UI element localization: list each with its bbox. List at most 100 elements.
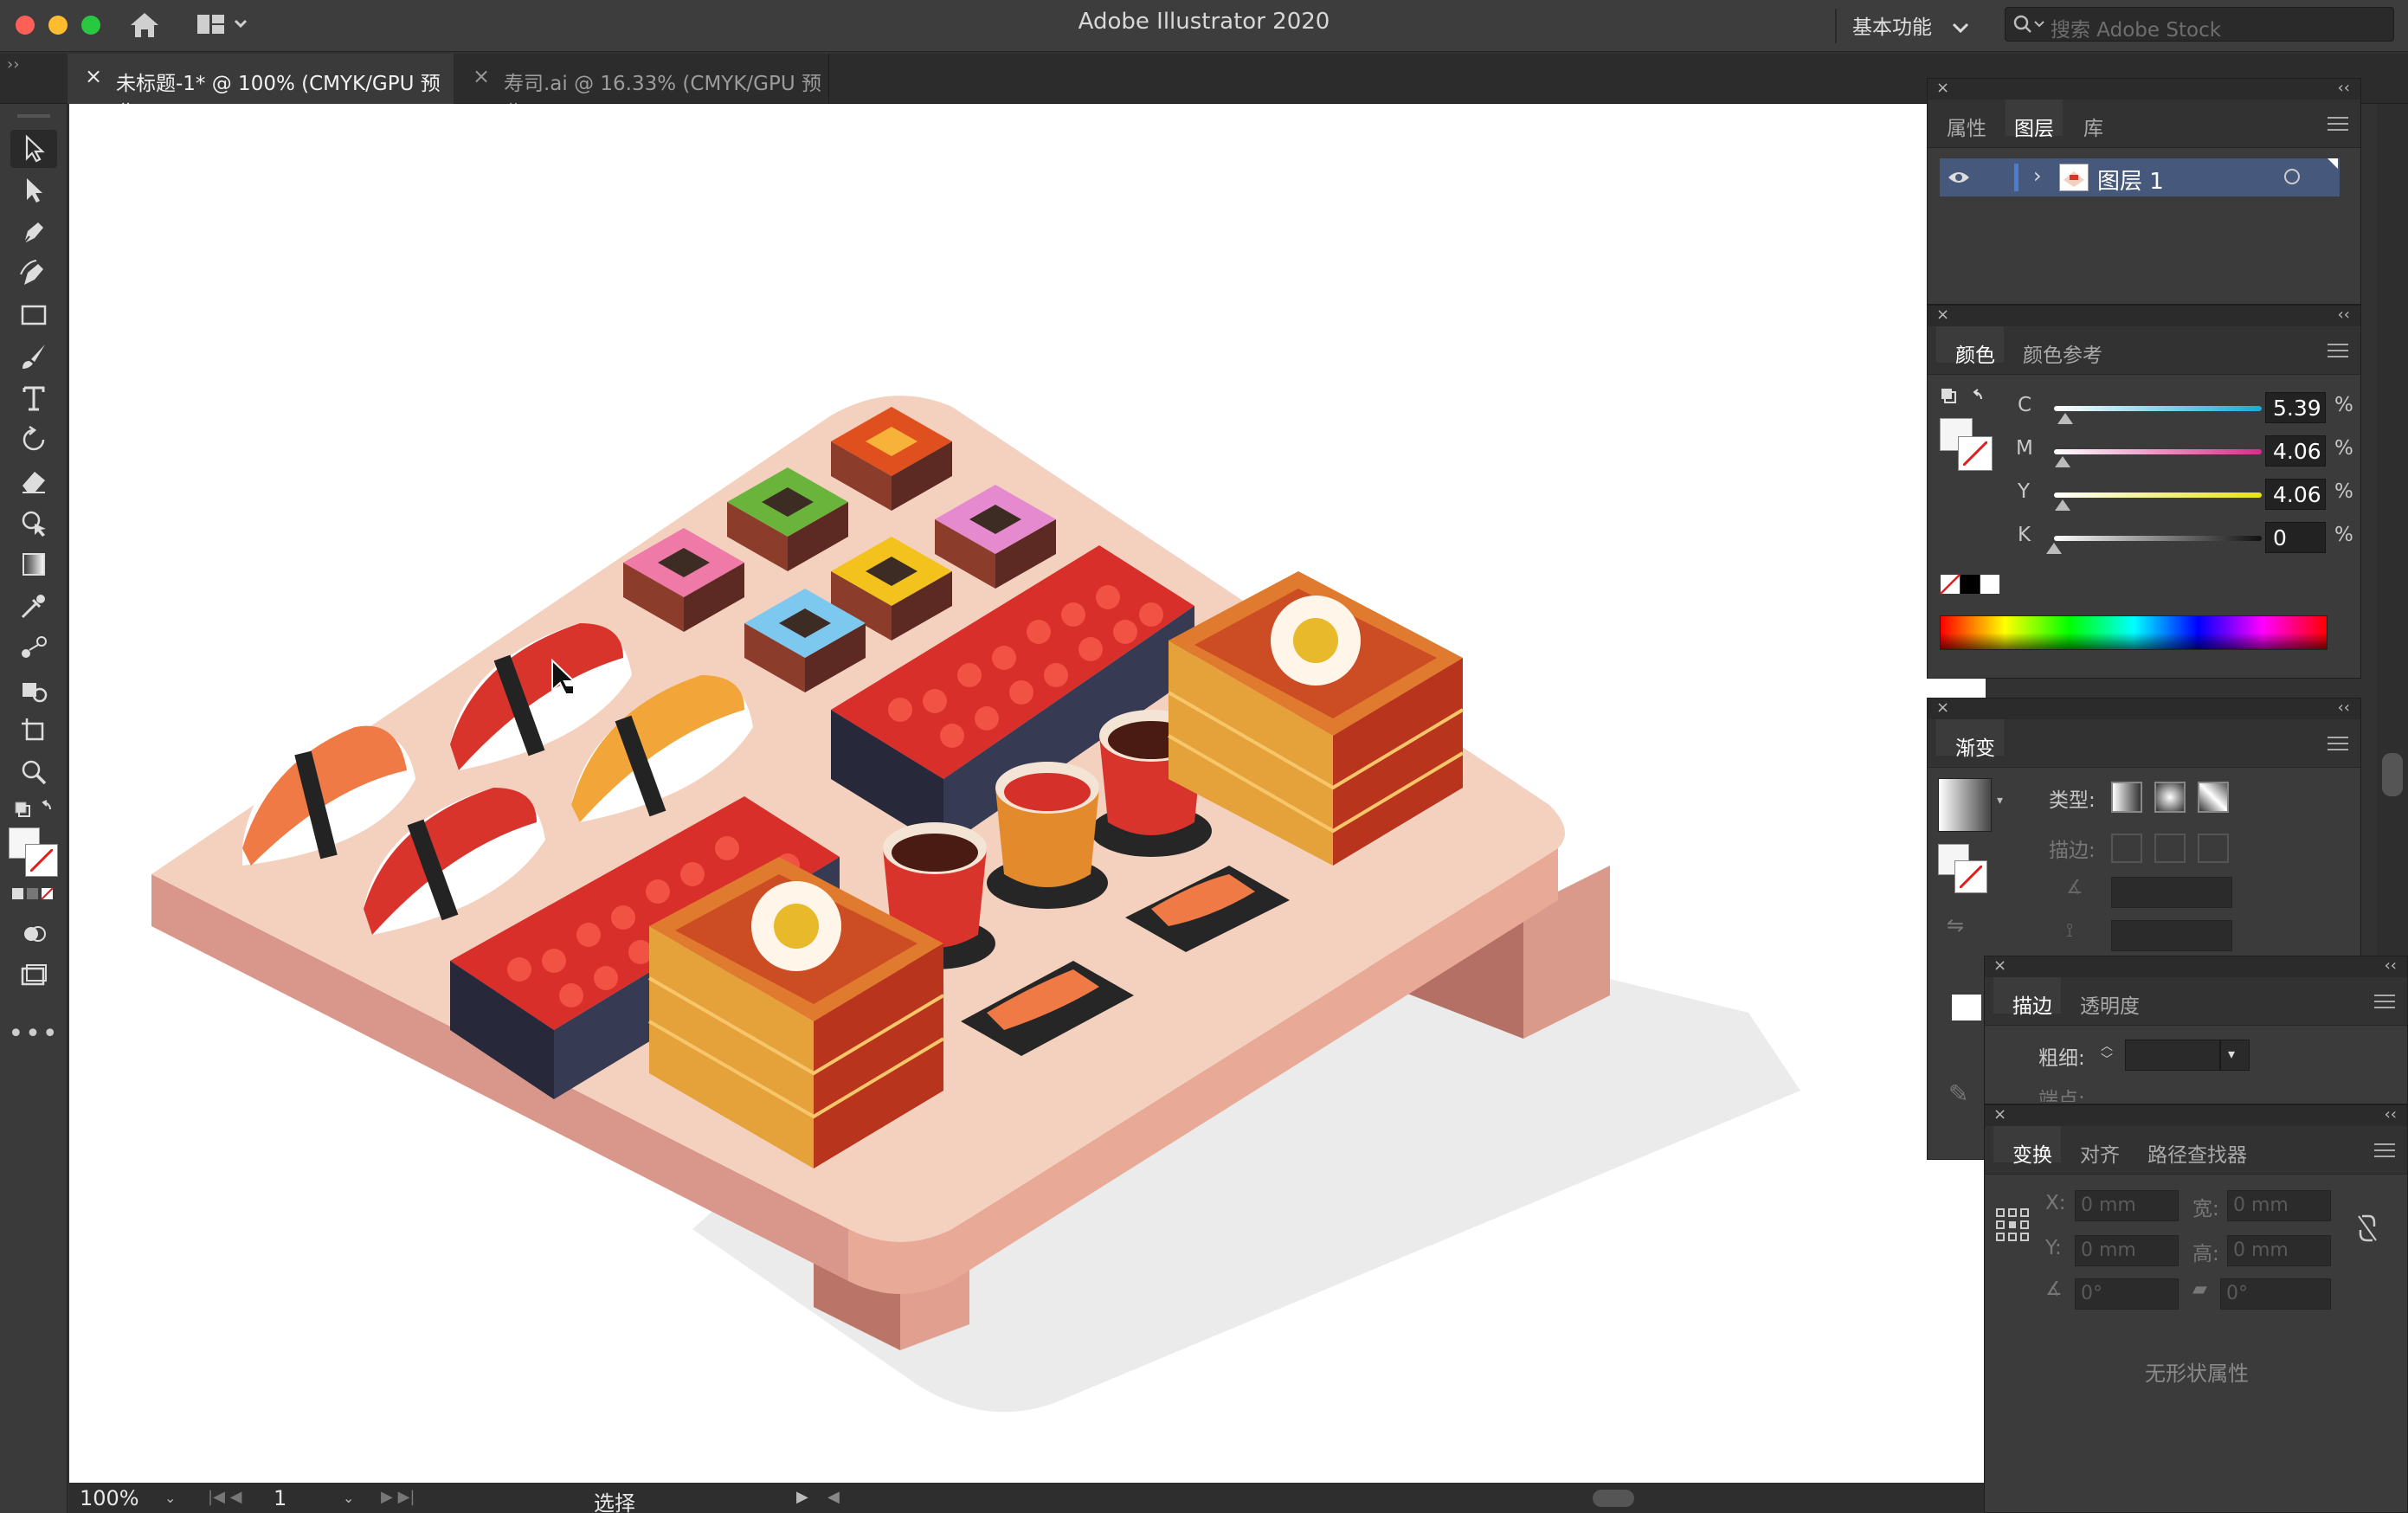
chevron-down-icon[interactable]: ▾	[1997, 794, 2003, 808]
tab-layers[interactable]: 图层	[2006, 100, 2063, 140]
scroll-left-icon[interactable]: ◀	[827, 1488, 840, 1506]
color-mode-icons[interactable]	[10, 881, 57, 907]
linear-gradient-button[interactable]	[2111, 782, 2142, 813]
collapse-panel-icon[interactable]: ‹‹	[2385, 956, 2397, 975]
reference-point-icon[interactable]	[1995, 1207, 2030, 1246]
draw-mode-icon[interactable]	[10, 916, 57, 954]
panel-menu-icon[interactable]	[2374, 995, 2395, 1008]
selection-tool-icon[interactable]	[10, 130, 57, 168]
layer-row[interactable]: › 图层 1	[1940, 158, 2340, 196]
panel-menu-icon[interactable]	[2328, 737, 2348, 750]
black-slider-thumb[interactable]	[2046, 543, 2062, 554]
black-slider-track[interactable]	[2054, 536, 2262, 541]
close-tab-icon[interactable]: ×	[473, 64, 490, 88]
rectangle-tool-icon[interactable]	[10, 296, 57, 334]
magenta-slider-thumb[interactable]	[2054, 456, 2070, 467]
swap-fill-stroke-icon[interactable]	[10, 795, 57, 824]
chevron-down-icon[interactable]: ⌄	[164, 1490, 176, 1506]
freeform-gradient-button[interactable]	[2198, 782, 2229, 813]
stroke-swatch[interactable]	[25, 844, 58, 877]
eyedropper-tool-icon[interactable]	[10, 587, 57, 625]
symbol-sprayer-icon[interactable]	[10, 670, 57, 708]
shape-builder-icon[interactable]	[10, 504, 57, 542]
eyedropper-icon[interactable]: ✎	[1948, 1079, 1968, 1108]
blend-tool-icon[interactable]	[10, 628, 57, 666]
width-input[interactable]: 0 mm	[2227, 1190, 2331, 1221]
tab-stroke[interactable]: 描边	[1993, 977, 2061, 1018]
stroke-gradient-option-1[interactable]	[2111, 834, 2142, 863]
curvature-tool-icon[interactable]	[10, 254, 57, 293]
type-tool-icon[interactable]	[10, 379, 57, 417]
cyan-value-input[interactable]: 5.39	[2265, 392, 2326, 423]
artboard-tool-icon[interactable]	[10, 711, 57, 750]
panel-menu-icon[interactable]	[2328, 117, 2348, 131]
pen-tool-icon[interactable]	[10, 213, 57, 251]
stroke-gradient-option-3[interactable]	[2198, 834, 2229, 863]
paintbrush-tool-icon[interactable]	[10, 338, 57, 376]
none-black-white-swatches[interactable]	[1940, 574, 2000, 600]
rotate-tool-icon[interactable]	[10, 421, 57, 459]
tab-transform[interactable]: 变换	[1993, 1126, 2061, 1167]
cyan-slider-thumb[interactable]	[2057, 413, 2073, 424]
vertical-scrollbar[interactable]	[2382, 753, 2403, 796]
close-tab-icon[interactable]: ×	[85, 64, 102, 88]
first-artboard-icon[interactable]: |◀ ◀	[208, 1488, 241, 1506]
tab-pathfinder[interactable]: 路径查找器	[2147, 1138, 2247, 1168]
stroke-gradient-option-2[interactable]	[2154, 834, 2186, 863]
tab-color[interactable]: 颜色	[1936, 326, 2004, 367]
close-panel-icon[interactable]: ×	[1993, 956, 2006, 975]
screen-mode-icon[interactable]	[10, 957, 57, 995]
shear-angle-input[interactable]: 0°	[2220, 1278, 2331, 1310]
more-tools-icon[interactable]: •••	[8, 1014, 57, 1053]
collapse-panel-icon[interactable]: ‹‹	[2338, 306, 2350, 324]
panel-menu-icon[interactable]	[2328, 344, 2348, 357]
gradient-fill-stroke-swatch[interactable]	[1938, 844, 1992, 898]
eye-icon[interactable]	[1947, 169, 1971, 186]
color-spectrum[interactable]	[1940, 615, 2328, 650]
tab-color-guide[interactable]: 颜色参考	[2023, 338, 2102, 368]
next-artboard-icon[interactable]: ▶ ▶|	[381, 1488, 415, 1506]
zoom-tool-icon[interactable]	[10, 753, 57, 791]
collapse-panel-icon[interactable]: ‹‹	[2338, 699, 2350, 717]
close-panel-icon[interactable]: ×	[1936, 79, 1949, 97]
tab-gradient[interactable]: 渐变	[1936, 719, 2004, 760]
x-position-input[interactable]: 0 mm	[2075, 1190, 2179, 1221]
artboard-number[interactable]: 1	[274, 1486, 287, 1510]
horizontal-scrollbar[interactable]	[1593, 1490, 1634, 1507]
tab-properties[interactable]: 属性	[1947, 112, 1986, 141]
magenta-slider-track[interactable]	[2054, 449, 2262, 454]
gradient-angle-input[interactable]	[2111, 877, 2232, 908]
stock-search-input[interactable]: 搜索 Adobe Stock	[2005, 7, 2394, 42]
expand-layer-icon[interactable]: ›	[2033, 164, 2042, 188]
toolbar-grip[interactable]	[17, 114, 50, 118]
y-position-input[interactable]: 0 mm	[2075, 1235, 2179, 1266]
tab-align[interactable]: 对齐	[2080, 1138, 2120, 1168]
height-input[interactable]: 0 mm	[2227, 1235, 2331, 1266]
close-panel-icon[interactable]: ×	[1936, 699, 1949, 717]
chevron-down-icon[interactable]: ▾	[2220, 1040, 2250, 1071]
yellow-slider-thumb[interactable]	[2054, 499, 2070, 511]
tab-libraries[interactable]: 库	[2083, 112, 2103, 141]
collapse-panel-icon[interactable]: ‹‹	[2338, 79, 2350, 97]
close-panel-icon[interactable]: ×	[1993, 1105, 2006, 1123]
eraser-tool-icon[interactable]	[10, 462, 57, 500]
tab-untitled[interactable]: × 未标题-1* @ 100% (CMYK/GPU 预览)	[68, 54, 454, 125]
gradient-tool-icon[interactable]	[10, 545, 57, 583]
expand-toolbar-icon[interactable]: ››	[7, 55, 19, 74]
reverse-gradient-icon[interactable]: ⇋	[1947, 913, 1964, 937]
panel-menu-icon[interactable]	[2374, 1143, 2395, 1157]
link-proportions-icon[interactable]	[2355, 1213, 2379, 1247]
close-panel-icon[interactable]: ×	[1936, 306, 1949, 324]
radial-gradient-button[interactable]	[2154, 782, 2186, 813]
yellow-slider-track[interactable]	[2054, 493, 2262, 498]
gradient-stop-swatch[interactable]	[1952, 995, 1981, 1020]
gradient-preview-swatch[interactable]	[1938, 778, 1992, 832]
rotate-angle-input[interactable]: 0°	[2075, 1278, 2179, 1310]
tab-sushi[interactable]: × 寿司.ai @ 16.33% (CMYK/GPU 预览)	[455, 54, 829, 125]
fill-stroke-swatch[interactable]	[9, 827, 59, 878]
gradient-aspect-input[interactable]	[2111, 920, 2232, 951]
status-menu-icon[interactable]: ▶	[796, 1488, 808, 1506]
zoom-level[interactable]: 100%	[80, 1486, 139, 1510]
yellow-value-input[interactable]: 4.06	[2265, 479, 2326, 510]
magenta-value-input[interactable]: 4.06	[2265, 435, 2326, 467]
